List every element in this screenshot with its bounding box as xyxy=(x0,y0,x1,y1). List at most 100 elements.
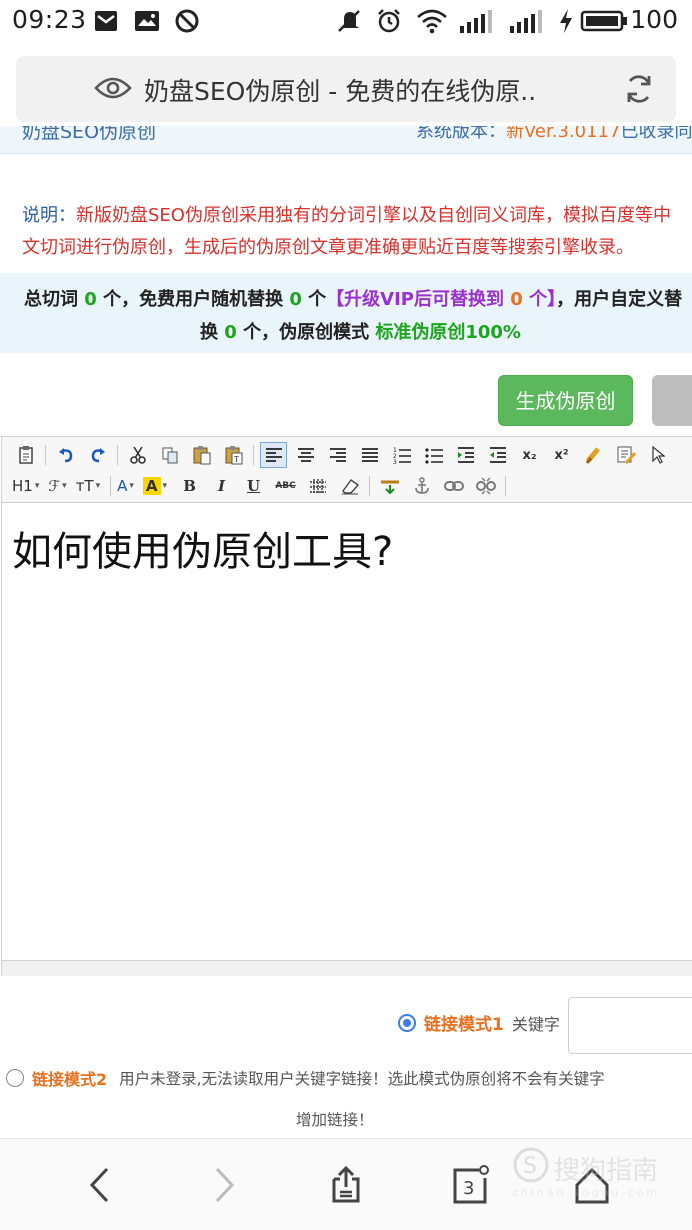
total-count: 0 xyxy=(84,289,97,310)
link-mode-2-radio[interactable] xyxy=(6,1069,24,1087)
site-header: 奶盘SEO伪原创 系统版本：新Ver.3.0117已收录同义 xyxy=(0,126,692,154)
outdent-icon[interactable] xyxy=(484,442,511,468)
eraser-icon[interactable] xyxy=(336,473,363,499)
mute-icon xyxy=(338,10,360,32)
italic-button[interactable]: I xyxy=(208,473,235,499)
stats-text: 换 xyxy=(200,322,225,343)
page-title[interactable]: 奶盘SEO伪原创 - 免费的在线伪原.. xyxy=(144,72,536,108)
align-justify-icon[interactable] xyxy=(356,442,383,468)
keyword-input[interactable] xyxy=(568,997,692,1054)
toolbar-divider xyxy=(45,445,46,465)
horizontal-rule-icon[interactable] xyxy=(376,473,403,499)
font-family-dropdown[interactable]: ℱ ▾ xyxy=(48,477,66,495)
source-icon[interactable] xyxy=(12,442,39,468)
cut-icon[interactable] xyxy=(124,442,151,468)
font-size-dropdown[interactable]: тT ▾ xyxy=(76,477,100,495)
svg-text:S: S xyxy=(523,1154,537,1179)
charging-icon xyxy=(560,9,572,33)
stats-line-2: 换 0 个，伪原创模式 标准伪原创100% xyxy=(200,318,521,344)
reload-icon[interactable] xyxy=(622,72,656,106)
strikethrough-label: ABC xyxy=(275,481,296,491)
chevron-down-icon: ▾ xyxy=(162,481,168,491)
vip-count: 0 xyxy=(510,289,523,310)
link-mode-1-label: 链接模式1 xyxy=(424,1015,504,1035)
align-center-icon[interactable] xyxy=(292,442,319,468)
link-icon[interactable] xyxy=(440,473,467,499)
superscript-button[interactable]: x² xyxy=(548,442,575,468)
superscript-label: x² xyxy=(554,447,569,463)
font-color-dropdown[interactable]: A ▾ xyxy=(117,477,134,495)
site-name[interactable]: 奶盘SEO伪原创 xyxy=(22,126,156,144)
copy-icon[interactable] xyxy=(156,442,183,468)
font-size-label: тT xyxy=(75,477,94,495)
format-painter-icon[interactable] xyxy=(580,442,607,468)
signal-icon xyxy=(460,10,492,33)
toolbar-divider xyxy=(117,445,118,465)
stats-text: 总切词 xyxy=(24,289,85,310)
vip-text: 【升级VIP后可替换到 xyxy=(326,289,511,310)
chevron-down-icon: ▾ xyxy=(62,481,67,491)
paste-icon[interactable] xyxy=(188,442,215,468)
forward-button[interactable] xyxy=(202,1163,246,1207)
unordered-list-icon[interactable] xyxy=(420,442,447,468)
watermark-sub: zhinan.sogou.com xyxy=(512,1186,661,1199)
stats-text: 个，免费用户随机替换 xyxy=(96,289,290,310)
indent-icon[interactable] xyxy=(452,442,479,468)
strikethrough-button[interactable]: ABC xyxy=(272,473,299,499)
vip-text: 个】 xyxy=(522,289,557,310)
ordered-list-icon[interactable]: 123 xyxy=(388,442,415,468)
toolbar-divider xyxy=(110,476,112,496)
heading-dropdown[interactable]: H1 ▾ xyxy=(12,477,39,495)
align-right-icon[interactable] xyxy=(324,442,351,468)
address-bar[interactable]: 奶盘SEO伪原创 - 免费的在线伪原.. xyxy=(16,56,676,122)
status-bar: 09:23 100 xyxy=(0,0,692,44)
share-icon xyxy=(332,1165,360,1203)
bold-label: B xyxy=(183,477,196,495)
forward-icon xyxy=(215,1167,235,1203)
underline-button[interactable]: U xyxy=(240,473,267,499)
align-left-icon[interactable] xyxy=(260,442,287,468)
subscript-button[interactable]: x₂ xyxy=(516,442,543,468)
keyword-label: 关键字 xyxy=(511,1014,560,1034)
toolbar-row-1: T 123 x₂ x² xyxy=(12,441,676,469)
word-stats: 总切词 0 个，免费用户随机替换 0 个【升级VIP后可替换到 0 个】，用户自… xyxy=(0,273,692,353)
background-color-dropdown[interactable]: A ▾ xyxy=(142,477,168,495)
share-button[interactable] xyxy=(324,1163,368,1207)
anchor-icon[interactable] xyxy=(408,473,435,499)
cursor-icon[interactable] xyxy=(644,442,671,468)
svg-text:T: T xyxy=(233,455,239,464)
unlink-icon[interactable] xyxy=(472,473,499,499)
sogou-logo-icon: S xyxy=(513,1147,549,1183)
stats-text: ，用户自定义替 xyxy=(556,289,683,310)
bold-button[interactable]: B xyxy=(176,473,203,499)
table-icon[interactable] xyxy=(304,473,331,499)
paste-text-icon[interactable]: T xyxy=(220,442,247,468)
toolbar-row-2: H1 ▾ ℱ ▾ тT ▾ A ▾ A ▾ B I U ABC xyxy=(12,472,512,500)
tabs-button[interactable]: 3 xyxy=(448,1163,492,1207)
description-label: 说明： xyxy=(22,205,76,226)
link-mode-1-radio[interactable] xyxy=(398,1013,416,1032)
signal-icon xyxy=(510,10,542,33)
toolbar-divider xyxy=(505,476,507,496)
undo-icon[interactable] xyxy=(52,442,79,468)
vip-upgrade-link[interactable]: 【升级VIP后可替换到 0 个】 xyxy=(326,289,556,310)
back-button[interactable] xyxy=(78,1163,122,1207)
link-mode-2-label: 链接模式2 xyxy=(32,1070,108,1089)
site-version: 系统版本：新Ver.3.0117已收录同义 xyxy=(416,126,692,143)
chevron-down-icon: ▾ xyxy=(34,481,40,491)
select-all-icon[interactable] xyxy=(612,442,639,468)
watermark-text: 搜狗指南 xyxy=(554,1156,659,1186)
secondary-button[interactable] xyxy=(652,375,692,426)
background-color-label: A xyxy=(142,477,161,495)
stats-text: 个，伪原创模式 xyxy=(236,322,376,343)
link-mode-2[interactable]: 链接模式2 用户未登录,无法读取用户关键字链接！选此模式伪原创将不会有关键字 xyxy=(6,1066,605,1090)
redo-icon[interactable] xyxy=(84,442,111,468)
toolbar-divider xyxy=(369,476,371,496)
generate-button[interactable]: 生成伪原创 xyxy=(498,375,633,426)
link-mode-1[interactable]: 链接模式1 关键字 xyxy=(398,1010,560,1035)
editor-content[interactable]: 如何使用伪原创工具? xyxy=(12,519,393,577)
rich-text-editor[interactable]: T 123 x₂ x² H1▾ ℱ▾ тT▾ A▾ A▾ B I U xyxy=(1,436,692,976)
italic-label: I xyxy=(218,477,226,495)
sogou-watermark: S 搜狗指南 zhinan.sogou.com xyxy=(512,1146,682,1202)
mail-icon xyxy=(95,11,117,31)
